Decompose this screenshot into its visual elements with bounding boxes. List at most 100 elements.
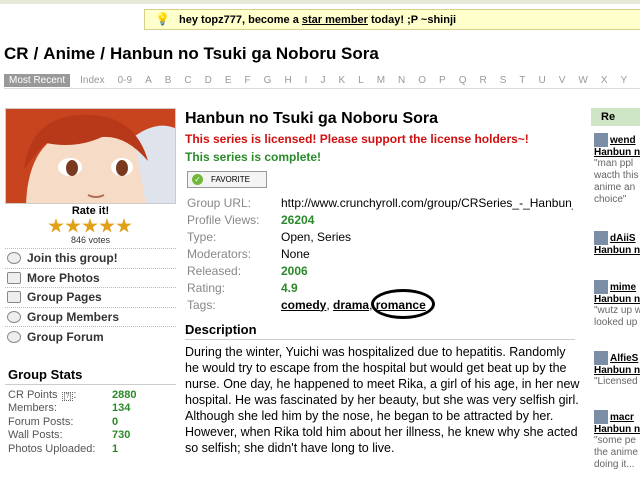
stat-label: CR Points — [8, 388, 58, 401]
profile-views: 26204 — [281, 212, 315, 227]
group-url[interactable]: http://www.crunchyroll.com/group/CRSerie… — [281, 196, 573, 210]
comment-author: dAiiS — [594, 231, 640, 245]
more-photos-label: More Photos — [27, 270, 100, 285]
comment-text: anime an — [594, 182, 636, 193]
comment-username[interactable]: dAiiS — [610, 233, 636, 244]
group-forum-label: Group Forum — [27, 329, 104, 344]
lightbulb-icon: 💡 — [155, 12, 170, 26]
alpha-nav-item[interactable]: 0-9 — [118, 75, 132, 86]
group-members-link[interactable]: Group Members — [5, 306, 176, 327]
star-rating[interactable] — [48, 218, 132, 234]
alpha-nav-item[interactable]: K — [338, 75, 345, 86]
alpha-nav-item[interactable]: N — [398, 75, 405, 86]
annotation-circle — [371, 289, 435, 319]
alpha-nav-item[interactable]: Q — [459, 75, 467, 86]
avatar[interactable] — [594, 133, 608, 147]
alpha-nav-item[interactable]: I — [305, 75, 308, 86]
comment-author: mime — [594, 280, 640, 294]
breadcrumb-anime[interactable]: Anime — [43, 44, 95, 63]
alpha-nav-item[interactable]: Y — [621, 75, 628, 86]
description-title: Description — [185, 322, 257, 337]
alpha-nav-item[interactable]: D — [205, 75, 212, 86]
avatar[interactable] — [594, 280, 608, 294]
comment-target-link[interactable]: Hanbun n — [594, 245, 640, 256]
star-icon[interactable] — [48, 218, 64, 233]
favorite-button[interactable]: ✓ FAVORITE — [187, 171, 267, 188]
star-icon[interactable] — [116, 218, 132, 233]
info-row-moderators: Moderators: None — [187, 245, 587, 262]
alpha-nav-item[interactable]: Index — [80, 75, 104, 86]
info-row-url: Group URL: http://www.crunchyroll.com/gro… — [187, 194, 587, 211]
star-icon[interactable] — [82, 218, 98, 233]
alpha-nav-item[interactable]: G — [264, 75, 272, 86]
join-icon — [7, 252, 21, 265]
comment-text: "wutz up w — [594, 305, 640, 316]
notice-suffix: today! ;P ~shinji — [367, 14, 457, 26]
group-pages-link[interactable]: Group Pages — [5, 287, 176, 307]
info-label: Released: — [187, 263, 242, 278]
avatar[interactable] — [594, 351, 608, 365]
complete-notice: This series is complete! — [185, 150, 322, 164]
alpha-nav-item[interactable]: P — [439, 75, 446, 86]
alpha-nav-item[interactable]: A — [145, 75, 152, 86]
rate-it-label: Rate it! — [71, 205, 110, 217]
alpha-nav-item[interactable]: V — [559, 75, 566, 86]
tag-link[interactable]: drama — [333, 298, 369, 312]
alpha-nav-item[interactable]: F — [245, 75, 251, 86]
avatar[interactable] — [594, 231, 608, 245]
star-member-link[interactable]: star member — [302, 14, 368, 26]
alpha-nav-item[interactable]: U — [539, 75, 546, 86]
breadcrumb-separator: / — [100, 44, 105, 63]
stats-divider — [5, 384, 176, 385]
description-divider — [185, 339, 575, 340]
star-icon[interactable] — [65, 218, 81, 233]
alpha-nav-item[interactable]: W — [578, 75, 587, 86]
comment-username[interactable]: wend — [610, 135, 636, 146]
alpha-nav-item[interactable]: J — [320, 75, 325, 86]
alpha-nav-item[interactable]: S — [500, 75, 507, 86]
stat-value: 730 — [112, 429, 131, 442]
info-label: Rating: — [187, 280, 226, 295]
comment-text: "man ppl — [594, 158, 634, 169]
group-side-links: Join this group! More Photos Group Pages… — [5, 248, 176, 346]
comment-target-link[interactable]: Hanbun n — [594, 294, 640, 305]
comment-item: dAiiS Hanbun n — [594, 231, 640, 256]
tag-link[interactable]: comedy — [281, 298, 326, 312]
alpha-nav-item[interactable]: R — [480, 75, 487, 86]
alpha-nav-item[interactable]: T — [519, 75, 525, 86]
alpha-nav-item[interactable]: L — [358, 75, 364, 86]
comment-target-link[interactable]: Hanbun n — [594, 365, 640, 376]
help-icon[interactable]: [?] — [61, 391, 74, 401]
stat-row-cr-points: CR Points [?]:2880 — [8, 388, 137, 401]
alpha-nav-item[interactable]: H — [284, 75, 291, 86]
breadcrumb-cr[interactable]: CR — [4, 44, 29, 63]
group-pages-label: Group Pages — [27, 290, 102, 305]
group-forum-link[interactable]: Group Forum — [5, 326, 176, 346]
join-group-label: Join this group! — [27, 251, 118, 266]
comment-username[interactable]: AlfieS — [610, 353, 638, 364]
stat-row-members: Members: 134 — [8, 402, 136, 416]
comment-username[interactable]: macr — [610, 412, 634, 423]
more-photos-link[interactable]: More Photos — [5, 267, 176, 288]
comment-target-link[interactable]: Hanbun n — [594, 424, 640, 435]
alpha-nav-item[interactable]: E — [225, 75, 232, 86]
alpha-nav-item[interactable]: C — [184, 75, 191, 86]
avatar[interactable] — [594, 410, 608, 424]
alpha-nav-item[interactable]: Most Recent — [4, 74, 71, 87]
alpha-nav-item[interactable]: X — [601, 75, 608, 86]
licensed-notice: This series is licensed! Please support … — [185, 132, 529, 146]
comment-item: AlfieS Hanbun n "Licensed — [594, 351, 640, 388]
star-icon[interactable] — [99, 218, 115, 233]
comment-username[interactable]: mime — [610, 282, 636, 293]
vote-count: 846 votes — [70, 235, 111, 245]
comment-target-link[interactable]: Hanbun n — [594, 147, 640, 158]
alpha-nav-item[interactable]: B — [165, 75, 172, 86]
alpha-nav-item[interactable]: O — [418, 75, 426, 86]
members-icon — [7, 311, 21, 324]
info-row-type: Type: Open, Series — [187, 228, 587, 245]
alpha-nav-item[interactable]: M — [377, 75, 385, 86]
join-group-link[interactable]: Join this group! — [5, 248, 176, 268]
group-stats-title: Group Stats — [8, 367, 83, 382]
comment-author: macr — [594, 410, 640, 424]
stat-value: 134 — [112, 402, 131, 415]
